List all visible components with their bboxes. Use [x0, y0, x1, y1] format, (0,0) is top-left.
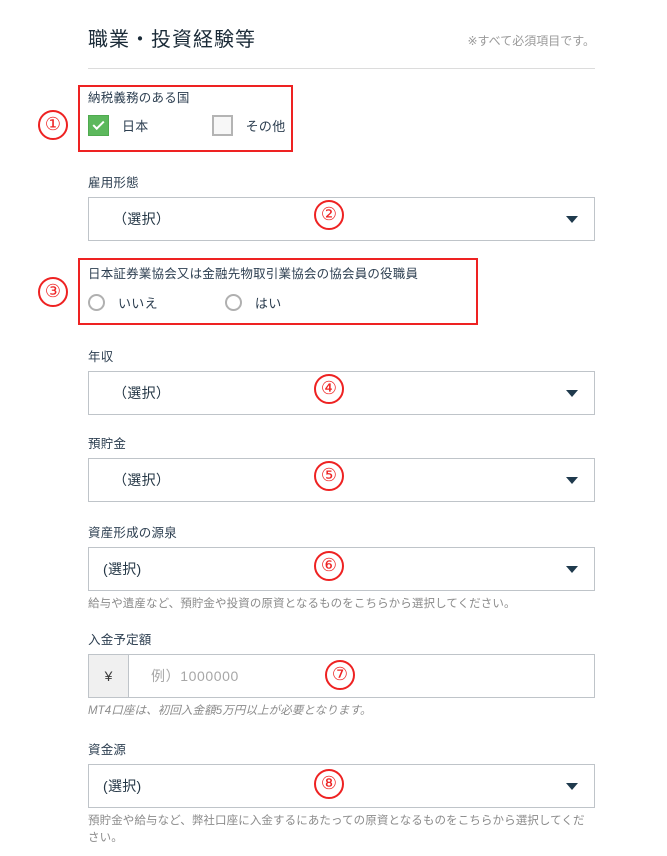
checkbox-japan-label: 日本 — [122, 118, 149, 134]
radio-yes[interactable]: はい — [224, 293, 282, 312]
association-officer-options: いいえ はい — [88, 288, 595, 316]
field-association-officer: 日本証券業協会又は金融先物取引業協会の協会員の役職員 いいえ はい — [88, 266, 595, 316]
annotation-marker-2: ② — [314, 200, 344, 230]
fund-source-label: 資金源 — [88, 743, 127, 757]
annotation-marker-6: ⑥ — [314, 551, 344, 581]
tax-country-options: 日本 その他 — [88, 112, 595, 138]
form-page: 職業・投資経験等 ※すべて必須項目です。 納税義務のある国 日本 その他 雇用形… — [0, 0, 667, 856]
annotation-marker-4: ④ — [314, 374, 344, 404]
chevron-down-icon[interactable] — [566, 216, 578, 224]
annotation-marker-3: ③ — [38, 277, 68, 307]
asset-source-value: (選択) — [103, 561, 142, 578]
page-header: 職業・投資経験等 ※すべて必須項目です。 — [88, 28, 595, 52]
checkbox-other-label: その他 — [245, 118, 286, 134]
employment-type-value: （選択） — [113, 211, 171, 228]
checkbox-other[interactable]: その他 — [211, 114, 286, 136]
annotation-marker-1: ① — [38, 110, 68, 140]
annotation-marker-5: ⑤ — [314, 461, 344, 491]
tax-country-label: 納税義務のある国 — [88, 91, 190, 105]
yen-currency-icon: ¥ — [88, 654, 128, 699]
radio-unselected-icon[interactable] — [88, 293, 105, 311]
employment-type-label: 雇用形態 — [88, 176, 139, 190]
savings-value: （選択） — [113, 472, 171, 489]
radio-no[interactable]: いいえ — [88, 293, 158, 312]
checkbox-japan[interactable]: 日本 — [88, 114, 149, 136]
savings-label: 預貯金 — [88, 437, 127, 451]
chevron-down-icon[interactable] — [566, 783, 578, 791]
checkbox-checked-icon[interactable] — [88, 114, 109, 136]
required-fields-note: ※すべて必須項目です。 — [467, 34, 595, 48]
checkbox-unchecked-icon[interactable] — [211, 114, 233, 136]
deposit-amount-helper-text: MT4口座は、初回入金額5万円以上が必要となります。 — [88, 705, 372, 718]
radio-unselected-icon[interactable] — [224, 293, 242, 311]
asset-source-label: 資産形成の源泉 — [88, 526, 177, 540]
annual-income-value: （選択） — [113, 385, 171, 402]
page-title: 職業・投資経験等 — [88, 29, 256, 51]
radio-yes-label: はい — [254, 295, 282, 311]
radio-no-label: いいえ — [118, 295, 158, 311]
annotation-marker-8: ⑧ — [314, 769, 344, 799]
chevron-down-icon[interactable] — [566, 390, 578, 398]
deposit-amount-label: 入金予定額 — [88, 633, 152, 647]
association-officer-label: 日本証券業協会又は金融先物取引業協会の協会員の役職員 — [88, 267, 419, 281]
annual-income-label: 年収 — [88, 350, 114, 364]
annotation-marker-7: ⑦ — [325, 660, 355, 690]
fund-source-value: (選択) — [103, 778, 142, 795]
fund-source-helper-text: 預貯金や給与など、弊社口座に入金するにあたっての原資となるものをこちらから選択し… — [88, 815, 585, 844]
asset-source-helper-text: 給与や遺産など、預貯金や投資の原資となるものをこちらから選択してください。 — [88, 598, 516, 611]
field-fund-source: 資金源 (選択) 預貯金や給与など、弊社口座に入金するにあたっての原資となるもの… — [88, 742, 595, 847]
chevron-down-icon[interactable] — [566, 477, 578, 485]
chevron-down-icon[interactable] — [566, 566, 578, 574]
field-tax-country: 納税義務のある国 日本 その他 — [88, 90, 595, 138]
deposit-amount-input[interactable]: 例）1000000 — [128, 654, 595, 699]
header-divider — [88, 68, 595, 69]
